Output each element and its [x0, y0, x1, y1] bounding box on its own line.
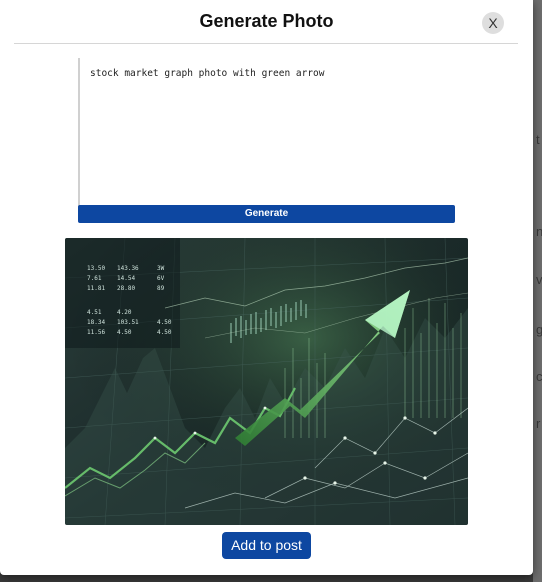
- ticker-value: 103.51: [117, 319, 139, 326]
- ticker-value: 11.56: [87, 329, 105, 336]
- header-divider: [14, 43, 518, 44]
- modal-title: Generate Photo: [199, 11, 334, 31]
- generate-button[interactable]: Generate: [78, 205, 455, 223]
- generate-photo-modal: Generate Photo X stock market graph phot…: [0, 0, 533, 575]
- generated-photo: 13.50 143.36 3W 7.61 14.54 6V 11.81 28.80 89 4.51…: [65, 238, 468, 525]
- ticker-value: 4.50: [157, 319, 172, 326]
- ticker-value: 143.36: [117, 265, 139, 272]
- ticker-value: 4.50: [117, 329, 132, 336]
- prompt-input[interactable]: stock market graph photo with green arro…: [78, 58, 460, 210]
- close-button[interactable]: X: [482, 12, 504, 34]
- ticker-value: 4.20: [117, 309, 132, 316]
- ticker-value: 13.50: [87, 265, 105, 272]
- ticker-value: 11.81: [87, 285, 105, 292]
- page-backdrop: t n v g c r: [533, 0, 542, 582]
- stock-chart-image: 13.50 143.36 3W 7.61 14.54 6V 11.81 28.80 89 4.51…: [65, 238, 468, 525]
- ticker-value: 6V: [157, 275, 165, 282]
- ticker-value: 18.34: [87, 319, 105, 326]
- ticker-value: 4.50: [157, 329, 172, 336]
- ticker-value: 7.61: [87, 275, 102, 282]
- ticker-value: 14.54: [117, 275, 135, 282]
- ticker-value: 89: [157, 285, 165, 292]
- add-to-post-button[interactable]: Add to post: [222, 532, 311, 559]
- ticker-value: 3W: [157, 265, 165, 272]
- ticker-value: 28.80: [117, 285, 135, 292]
- ticker-value: 4.51: [87, 309, 102, 316]
